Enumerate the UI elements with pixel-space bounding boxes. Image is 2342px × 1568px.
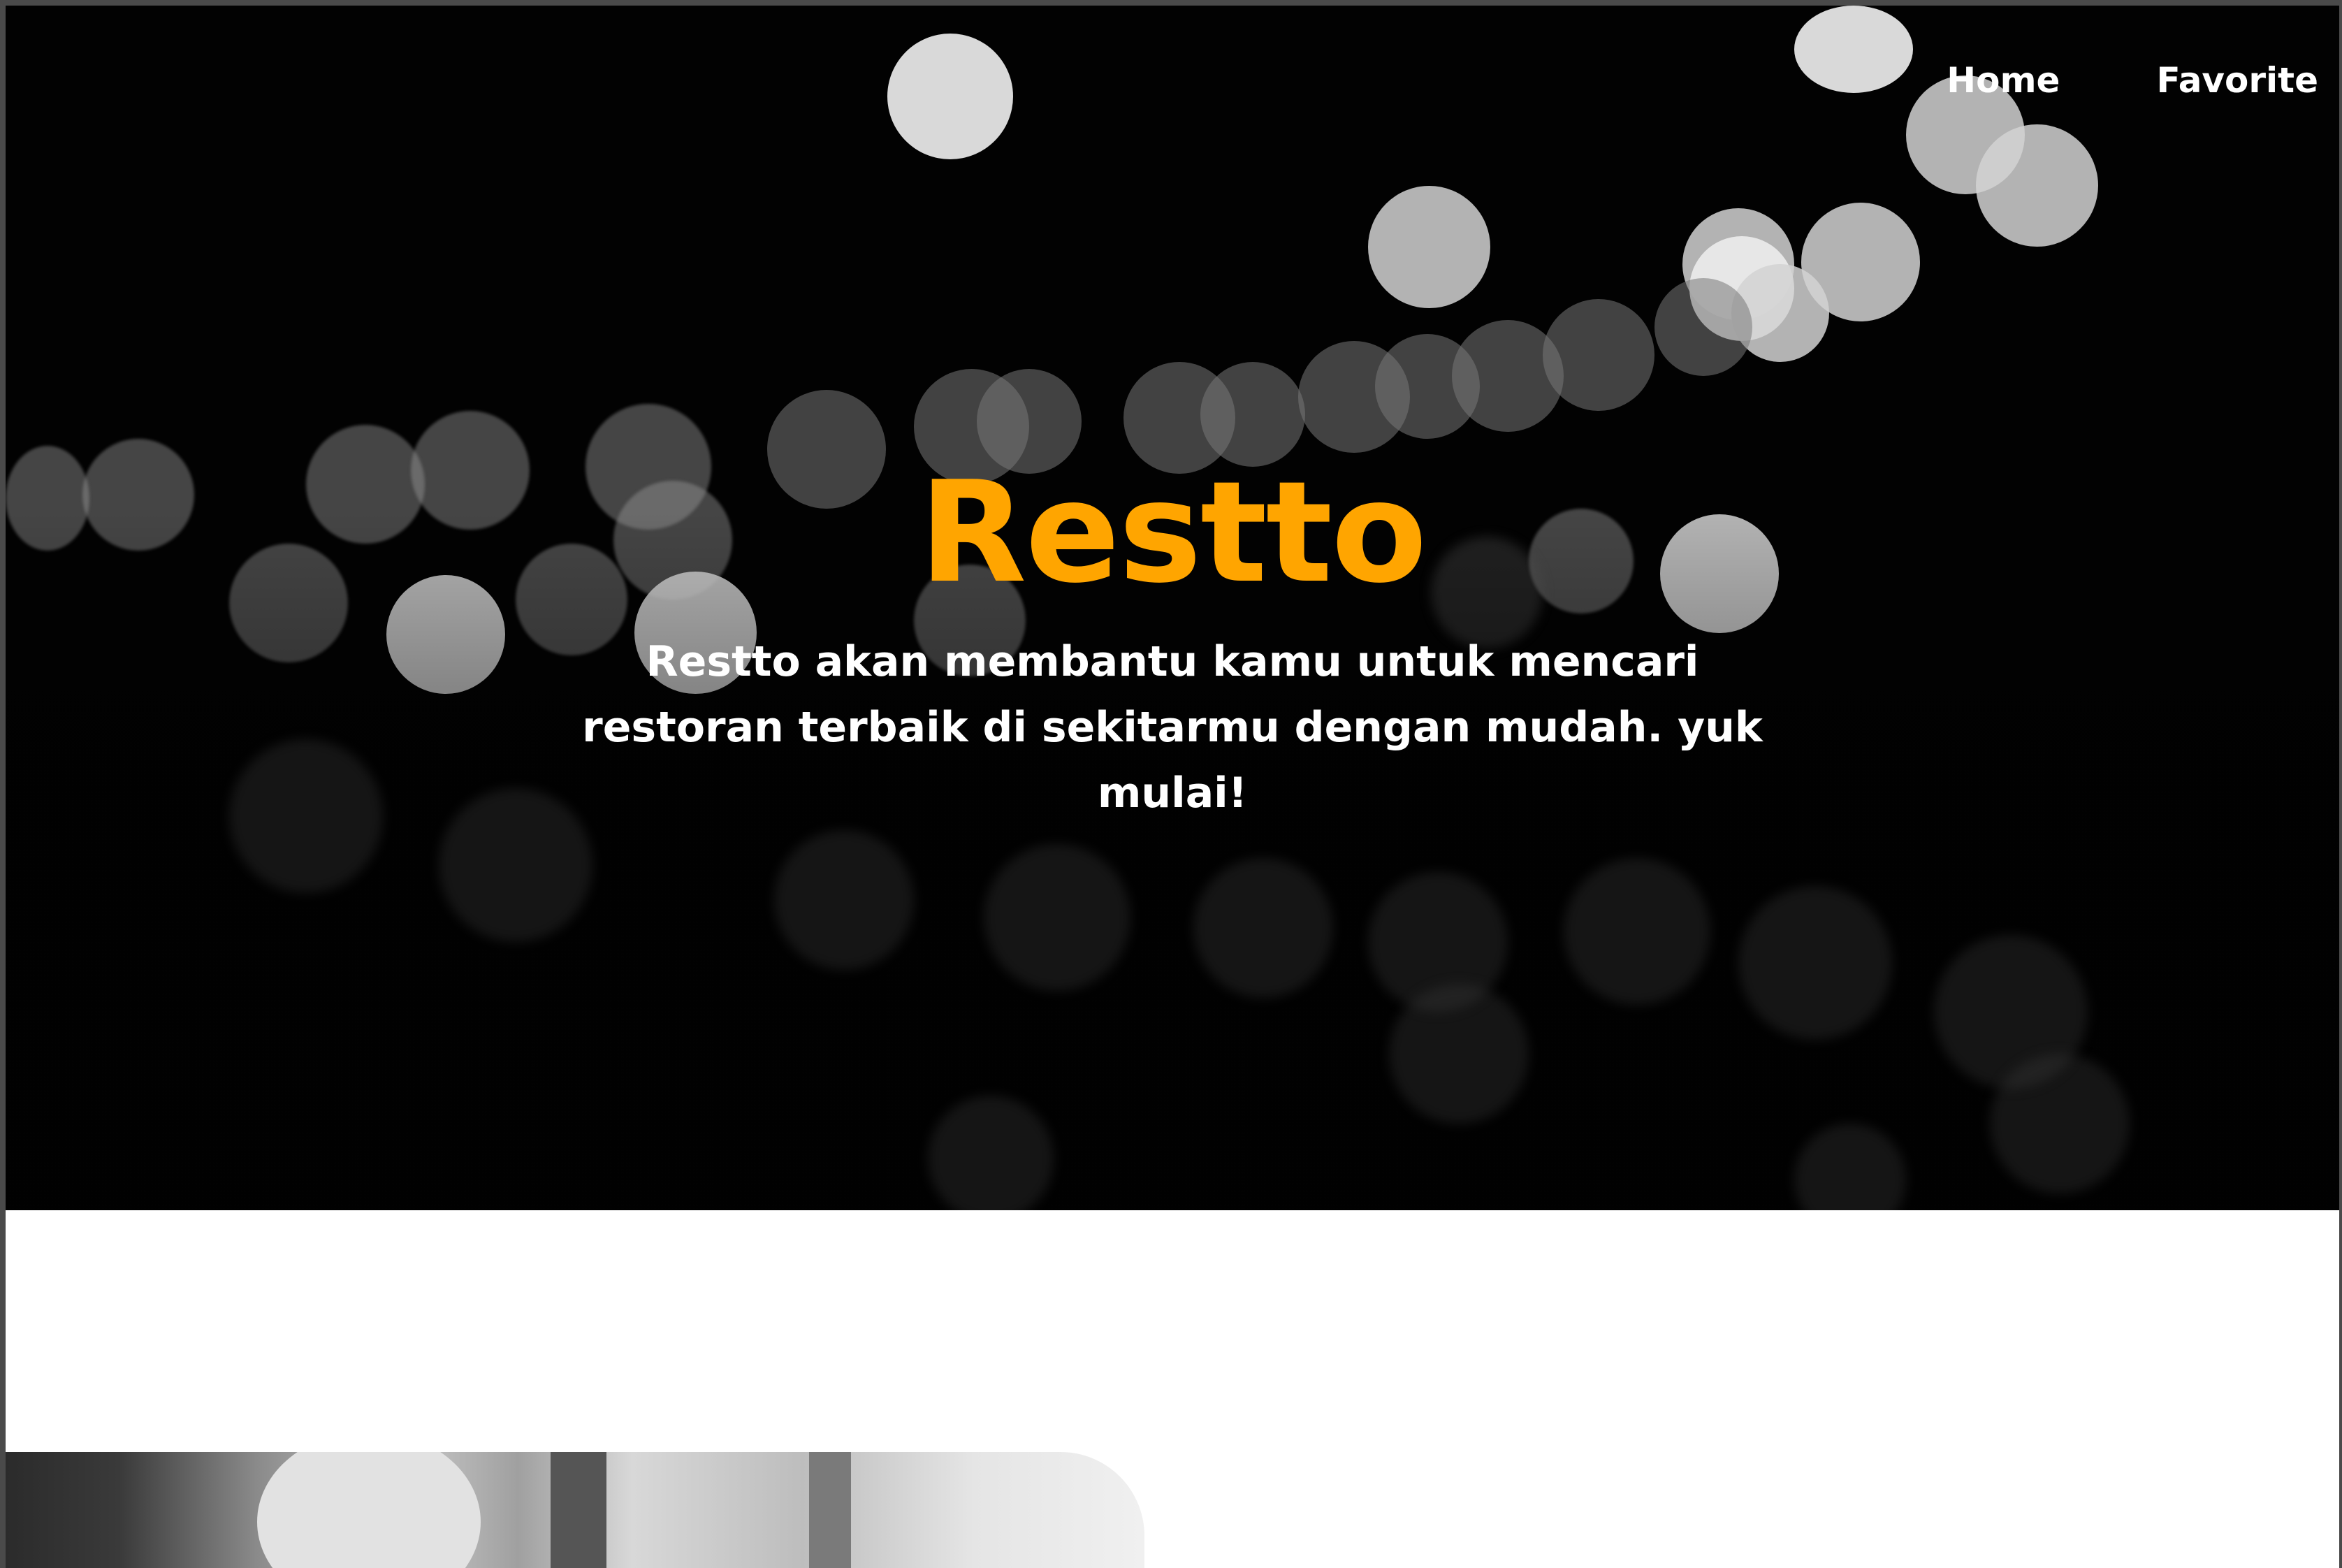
hero-section: Home Favorite Restto Restto akan membant… <box>6 6 2339 1210</box>
main-nav: Home Favorite <box>1947 63 2318 98</box>
hero-title: Restto <box>919 451 1427 614</box>
hero-tagline: Restto akan membantu kamu untuk mencari … <box>582 637 1763 818</box>
hero-content: Restto Restto akan membantu kamu untuk m… <box>6 460 2339 826</box>
restaurant-card-image[interactable] <box>6 1452 1144 1568</box>
nav-link-home[interactable]: Home <box>1947 63 2060 98</box>
page: Home Favorite Restto Restto akan membant… <box>6 6 2339 1568</box>
nav-link-favorite[interactable]: Favorite <box>2156 63 2318 98</box>
